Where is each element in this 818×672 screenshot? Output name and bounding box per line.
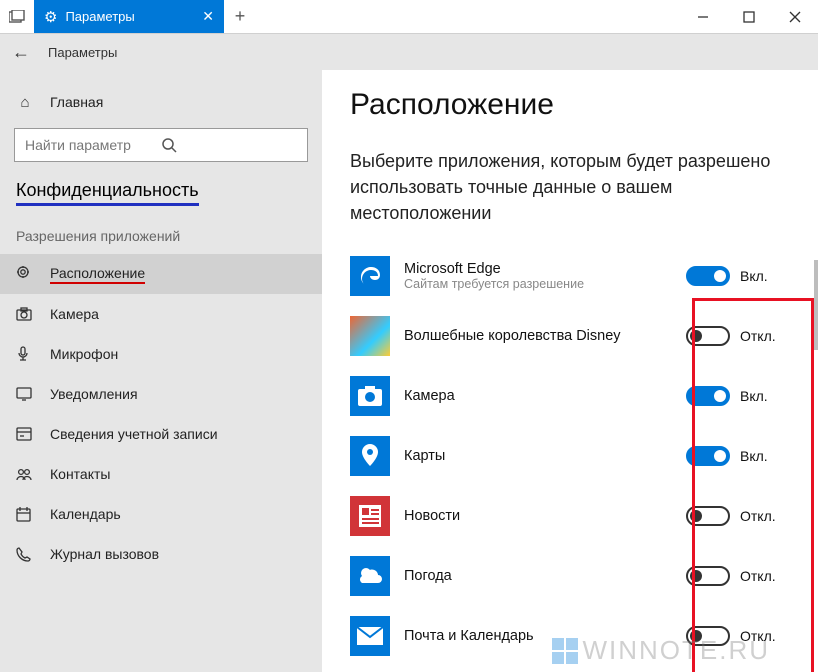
page-title: Расположение bbox=[350, 88, 790, 122]
search-icon bbox=[161, 137, 297, 153]
notif-icon bbox=[16, 387, 34, 401]
sidebar-item-location[interactable]: Расположение bbox=[0, 254, 322, 294]
app-row: Погода Откл. bbox=[350, 546, 790, 606]
app-name: Волшебные королевства Disney bbox=[404, 328, 672, 344]
active-tab[interactable]: ⚙ Параметры ✕ bbox=[34, 0, 224, 33]
app-name: Почта и Календарь bbox=[404, 628, 672, 644]
scrollbar[interactable] bbox=[814, 70, 818, 672]
app-row: Почта и Календарь Откл. bbox=[350, 606, 790, 666]
app-name: Microsoft Edge bbox=[404, 261, 672, 277]
sidebar-item-calls[interactable]: Журнал вызовов bbox=[0, 534, 322, 574]
toggle-label: Откл. bbox=[740, 508, 776, 524]
toggle-label: Вкл. bbox=[740, 448, 768, 464]
breadcrumb-label: Параметры bbox=[48, 45, 117, 60]
app-row: Волшебные королевства Disney Откл. bbox=[350, 306, 790, 366]
app-name: Камера bbox=[404, 388, 672, 404]
calendar-icon bbox=[16, 507, 34, 522]
app-icon-weather bbox=[350, 556, 390, 596]
calls-icon bbox=[16, 547, 34, 562]
scrollbar-thumb[interactable] bbox=[814, 260, 818, 350]
toggle-label: Вкл. bbox=[740, 388, 768, 404]
toggle-label: Откл. bbox=[740, 628, 776, 644]
sidebar-item-label: Календарь bbox=[50, 506, 121, 522]
account-icon bbox=[16, 427, 34, 441]
sidebar-item-label: Расположение bbox=[50, 265, 145, 284]
sidebar-item-contacts[interactable]: Контакты bbox=[0, 454, 322, 494]
search-input[interactable]: Найти параметр bbox=[14, 128, 308, 162]
mic-icon bbox=[16, 346, 34, 362]
location-icon bbox=[16, 266, 34, 282]
search-placeholder: Найти параметр bbox=[25, 137, 161, 153]
back-button[interactable]: ← bbox=[12, 42, 30, 63]
toggle-label: Откл. bbox=[740, 568, 776, 584]
gear-icon: ⚙ bbox=[44, 8, 57, 26]
sidebar-item-calendar[interactable]: Календарь bbox=[0, 494, 322, 534]
sidebar-item-label: Журнал вызовов bbox=[50, 546, 159, 562]
sidebar-section-label: Разрешения приложений bbox=[0, 206, 322, 254]
sidebar: ⌂ Главная Найти параметр Конфиденциально… bbox=[0, 70, 322, 672]
title-bar: ⚙ Параметры ✕ + bbox=[0, 0, 818, 34]
maximize-button[interactable] bbox=[726, 0, 772, 33]
toggle-switch[interactable] bbox=[686, 566, 730, 586]
app-row: Новости Откл. bbox=[350, 486, 790, 546]
minimize-button[interactable] bbox=[680, 0, 726, 33]
breadcrumb: ← Параметры bbox=[0, 34, 818, 70]
sidebar-item-label: Контакты bbox=[50, 466, 110, 482]
app-icon-maps bbox=[350, 436, 390, 476]
sidebar-item-account[interactable]: Сведения учетной записи bbox=[0, 414, 322, 454]
app-icon-camera bbox=[350, 376, 390, 416]
content-pane: Расположение Выберите приложения, которы… bbox=[322, 70, 818, 672]
sidebar-home-label: Главная bbox=[50, 94, 103, 110]
app-name: Новости bbox=[404, 508, 672, 524]
close-tab-icon[interactable]: ✕ bbox=[202, 8, 214, 25]
toggle-switch[interactable] bbox=[686, 266, 730, 286]
contacts-icon bbox=[16, 467, 34, 481]
home-icon: ⌂ bbox=[16, 94, 34, 111]
camera-icon bbox=[16, 307, 34, 321]
sidebar-item-label: Камера bbox=[50, 306, 99, 322]
toggle-switch[interactable] bbox=[686, 626, 730, 646]
task-view-icon[interactable] bbox=[0, 0, 34, 33]
app-row: Карты Вкл. bbox=[350, 426, 790, 486]
sidebar-category: Конфиденциальность bbox=[16, 174, 199, 206]
sidebar-item-camera[interactable]: Камера bbox=[0, 294, 322, 334]
app-subtitle: Сайтам требуется разрешение bbox=[404, 277, 672, 291]
app-name: Карты bbox=[404, 448, 672, 464]
app-name: Погода bbox=[404, 568, 672, 584]
tab-label: Параметры bbox=[65, 9, 134, 24]
sidebar-item-mic[interactable]: Микрофон bbox=[0, 334, 322, 374]
new-tab-button[interactable]: + bbox=[224, 0, 256, 33]
sidebar-item-label: Микрофон bbox=[50, 346, 118, 362]
app-row: Камера Вкл. bbox=[350, 366, 790, 426]
toggle-switch[interactable] bbox=[686, 326, 730, 346]
app-icon-mail bbox=[350, 616, 390, 656]
toggle-switch[interactable] bbox=[686, 506, 730, 526]
sidebar-item-notif[interactable]: Уведомления bbox=[0, 374, 322, 414]
toggle-label: Вкл. bbox=[740, 268, 768, 284]
app-row: Microsoft EdgeСайтам требуется разрешени… bbox=[350, 246, 790, 306]
toggle-switch[interactable] bbox=[686, 446, 730, 466]
sidebar-home[interactable]: ⌂ Главная bbox=[0, 82, 322, 122]
app-icon-edge bbox=[350, 256, 390, 296]
app-list: Microsoft EdgeСайтам требуется разрешени… bbox=[350, 246, 790, 666]
page-description: Выберите приложения, которым будет разре… bbox=[350, 148, 780, 226]
app-icon-news bbox=[350, 496, 390, 536]
app-icon-disney bbox=[350, 316, 390, 356]
close-window-button[interactable] bbox=[772, 0, 818, 33]
sidebar-item-label: Уведомления bbox=[50, 386, 138, 402]
sidebar-item-label: Сведения учетной записи bbox=[50, 426, 218, 442]
toggle-label: Откл. bbox=[740, 328, 776, 344]
toggle-switch[interactable] bbox=[686, 386, 730, 406]
